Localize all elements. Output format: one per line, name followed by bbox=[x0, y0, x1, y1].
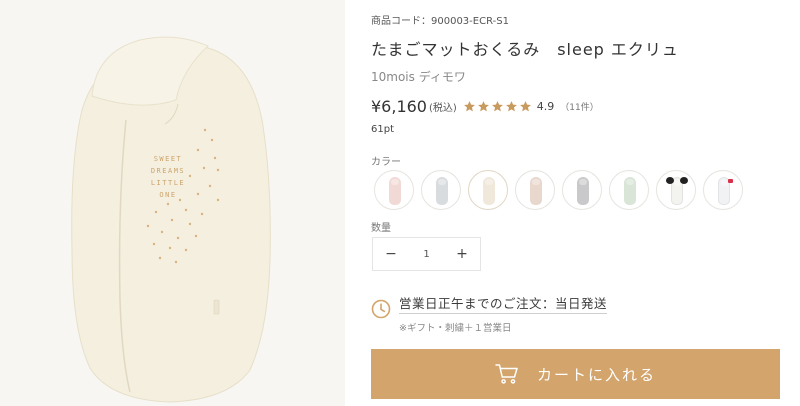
swatch-mint[interactable] bbox=[609, 170, 649, 210]
rating-value: 4.9 bbox=[536, 99, 555, 113]
review-count[interactable]: （11件） bbox=[560, 100, 598, 113]
price: ¥6,160 bbox=[371, 96, 427, 116]
tax-note: (税込) bbox=[428, 102, 457, 114]
star-icon bbox=[505, 100, 517, 111]
price-row: ¥6,160 (税込) 4.9 （11件） bbox=[371, 96, 599, 116]
sku-row: 商品コード：900003-ECR-S1 bbox=[371, 12, 509, 27]
sku-value: 900003-ECR-S1 bbox=[431, 16, 509, 27]
color-label: カラー bbox=[371, 157, 401, 168]
product-info: 商品コード：900003-ECR-S1 たまごマットおくるみ sleep エクリ… bbox=[371, 0, 781, 406]
delivery-main-text: 営業日正午までのご注文：当日発送 bbox=[399, 293, 608, 314]
delivery-info: 営業日正午までのご注文：当日発送 ※ギフト・刺繍＋１営業日 bbox=[371, 293, 608, 334]
add-to-cart-button[interactable]: カートに入れる bbox=[371, 349, 780, 399]
swatch-mocha[interactable] bbox=[515, 170, 555, 210]
print-line: LITTLE bbox=[151, 179, 185, 187]
clock-icon bbox=[371, 299, 391, 319]
swatch-gray-blue[interactable] bbox=[421, 170, 461, 210]
print-line: SWEET bbox=[154, 155, 183, 163]
print-line: ONE bbox=[159, 191, 176, 199]
quantity-decrease-button[interactable]: − bbox=[373, 246, 409, 262]
print-line: DREAMS bbox=[151, 167, 185, 175]
color-swatches bbox=[374, 170, 743, 210]
swatch-gray[interactable] bbox=[562, 170, 602, 210]
quantity-input[interactable]: 1 bbox=[409, 249, 444, 260]
points: 61pt bbox=[371, 124, 394, 135]
quantity-increase-button[interactable]: + bbox=[444, 246, 480, 262]
swatch-pink[interactable] bbox=[374, 170, 414, 210]
star-icon bbox=[463, 100, 475, 111]
star-icon bbox=[519, 100, 531, 111]
rating-stars[interactable] bbox=[463, 100, 533, 113]
star-icon bbox=[491, 100, 503, 111]
quantity-stepper: − 1 + bbox=[372, 237, 481, 271]
delivery-sub-text: ※ギフト・刺繍＋１営業日 bbox=[399, 323, 512, 334]
quantity-label: 数量 bbox=[371, 223, 391, 234]
cart-icon bbox=[495, 364, 518, 384]
brand-name[interactable]: 10mois ディモワ bbox=[371, 68, 466, 85]
swatch-white-bow[interactable] bbox=[703, 170, 743, 210]
swatch-panda[interactable] bbox=[656, 170, 696, 210]
sku-label: 商品コード： bbox=[371, 16, 431, 27]
swatch-ecru[interactable] bbox=[468, 170, 508, 210]
star-icon bbox=[477, 100, 489, 111]
product-image[interactable]: SWEET DREAMS LITTLE ONE bbox=[0, 0, 345, 406]
add-to-cart-label: カートに入れる bbox=[536, 365, 656, 384]
swaddle-illustration: SWEET DREAMS LITTLE ONE bbox=[71, 36, 271, 403]
product-title: たまごマットおくるみ sleep エクリュ bbox=[371, 40, 679, 59]
